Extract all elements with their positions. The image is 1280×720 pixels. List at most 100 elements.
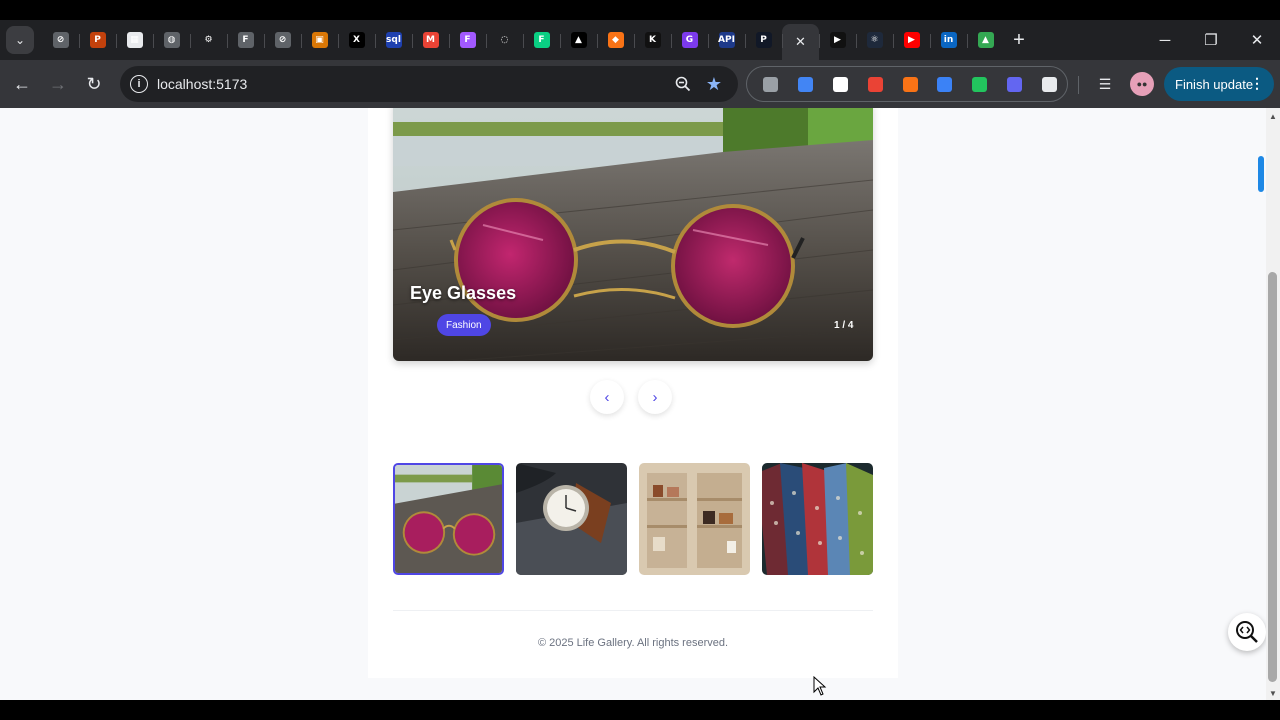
tab-k-icon: K bbox=[644, 32, 661, 48]
tab-framer-icon: F bbox=[237, 32, 254, 48]
tab-item[interactable]: ▶ bbox=[819, 24, 856, 56]
reload-button[interactable]: ↻ bbox=[80, 70, 108, 98]
eye-glasses-thumbnail-image bbox=[395, 465, 502, 573]
tab-item[interactable]: ◌ bbox=[486, 24, 523, 56]
side-indicator bbox=[1258, 156, 1264, 192]
scrollbar-thumb[interactable] bbox=[1268, 272, 1277, 682]
watch-thumbnail-image bbox=[516, 463, 627, 575]
address-bar[interactable]: i localhost:5173 ★ bbox=[120, 66, 738, 102]
tab-item[interactable]: F bbox=[449, 24, 486, 56]
tab-list: ⊘ P ▦ ◍ ⚙ F ⊘ ▣ Xsql M F ◌ F ▲ ◆ K G API P ✕ ▶ ⚛ ▶ in ▲ + bbox=[42, 20, 1034, 60]
arrow-left-icon: ← bbox=[13, 73, 31, 94]
tab-shield-icon: ◆ bbox=[607, 32, 624, 48]
tab-item[interactable]: ⚙ bbox=[190, 24, 227, 56]
tab-item[interactable]: ▶ bbox=[893, 24, 930, 56]
tab-item[interactable]: K bbox=[634, 24, 671, 56]
ext-pen-button[interactable] bbox=[962, 69, 997, 99]
tab-api-icon: API bbox=[718, 32, 735, 48]
thumbnail-watch[interactable] bbox=[516, 463, 627, 575]
restore-button[interactable]: ❐ bbox=[1188, 20, 1234, 60]
tab-p2-icon: P bbox=[755, 32, 772, 48]
tab-linkedin-icon: in bbox=[940, 32, 957, 48]
media-controls-icon[interactable]: ☰ bbox=[1092, 72, 1118, 96]
tab-gmail-icon: M bbox=[422, 32, 439, 48]
ext-doc-button[interactable] bbox=[788, 69, 823, 99]
tab-item[interactable]: P bbox=[745, 24, 782, 56]
site-info-icon[interactable]: i bbox=[130, 75, 148, 93]
tab-item[interactable]: F bbox=[227, 24, 264, 56]
screen-top-bar bbox=[0, 0, 1280, 20]
tab-image-icon: ▣ bbox=[311, 32, 328, 48]
tab-item[interactable]: F bbox=[523, 24, 560, 56]
chevron-left-icon: ‹ bbox=[604, 388, 610, 406]
thumbnail-store[interactable] bbox=[639, 463, 750, 575]
ext-pen-icon bbox=[972, 76, 988, 92]
back-button[interactable]: ← bbox=[8, 70, 36, 98]
tab-item[interactable]: ◆ bbox=[597, 24, 634, 56]
ext-square-button[interactable] bbox=[927, 69, 962, 99]
ext-bug-icon bbox=[867, 76, 883, 92]
tab-figma2-icon: F bbox=[533, 32, 550, 48]
tab-item[interactable]: sql bbox=[375, 24, 412, 56]
new-tab-button[interactable]: + bbox=[1004, 24, 1034, 56]
tab-item[interactable]: X bbox=[338, 24, 375, 56]
scroll-up-arrow-icon[interactable]: ▲ bbox=[1269, 112, 1277, 121]
minimize-button[interactable]: ─ bbox=[1142, 20, 1188, 60]
next-slide-button[interactable]: › bbox=[638, 380, 672, 414]
slide-title: Eye Glasses bbox=[410, 283, 517, 303]
gallery-container: Eye Glasses Fashion 1 / 4 ‹ › © 2025 Lif… bbox=[368, 108, 898, 678]
minimize-icon: ─ bbox=[1159, 31, 1171, 49]
toolbar-divider bbox=[1078, 76, 1079, 94]
zoom-tool-button[interactable] bbox=[1228, 613, 1266, 651]
ext-bug-button[interactable] bbox=[858, 69, 893, 99]
ext-eye-icon bbox=[1007, 76, 1023, 92]
tab-g-icon: G bbox=[681, 32, 698, 48]
page-scrollbar[interactable]: ▲ ▼ bbox=[1266, 108, 1280, 700]
tab-item[interactable]: API bbox=[708, 24, 745, 56]
ext-box-button[interactable] bbox=[893, 69, 928, 99]
tab-item[interactable]: ⊘ bbox=[42, 24, 79, 56]
ext-bottle-button[interactable] bbox=[753, 69, 788, 99]
finish-update-button[interactable]: Finish update ⋮ bbox=[1164, 67, 1274, 101]
footer-divider bbox=[393, 610, 873, 611]
tab-sql-icon: sql bbox=[385, 32, 402, 48]
ties-thumbnail-image bbox=[762, 463, 873, 575]
bookmark-star-icon[interactable]: ★ bbox=[702, 72, 726, 96]
ext-eye-button[interactable] bbox=[997, 69, 1032, 99]
ext-puzzle-icon bbox=[1042, 76, 1058, 92]
tab-close-icon[interactable]: ✕ bbox=[793, 34, 809, 50]
tab-item[interactable]: M bbox=[412, 24, 449, 56]
tab-item[interactable]: ⚛ bbox=[856, 24, 893, 56]
restore-icon: ❐ bbox=[1204, 32, 1218, 49]
url-text[interactable]: localhost:5173 bbox=[157, 76, 247, 92]
tab-item[interactable]: ▦ bbox=[116, 24, 153, 56]
close-icon: ✕ bbox=[1250, 32, 1264, 49]
forward-button[interactable]: → bbox=[44, 70, 72, 98]
previous-slide-button[interactable]: ‹ bbox=[590, 380, 624, 414]
profile-avatar[interactable]: ●● bbox=[1130, 72, 1154, 96]
magnifier-code-icon bbox=[1236, 621, 1258, 643]
thumbnail-eye-glasses[interactable] bbox=[393, 463, 504, 575]
tab-search-button[interactable]: ⌄ bbox=[6, 26, 34, 54]
scroll-down-arrow-icon[interactable]: ▼ bbox=[1269, 689, 1277, 698]
close-window-button[interactable]: ✕ bbox=[1234, 20, 1280, 60]
tab-youtube-icon: ▶ bbox=[903, 32, 920, 48]
tab-item[interactable]: P bbox=[79, 24, 116, 56]
tab-item[interactable]: in bbox=[930, 24, 967, 56]
tab-item[interactable]: ▣ bbox=[301, 24, 338, 56]
tab-item[interactable]: ▲ bbox=[560, 24, 597, 56]
tab-disabled-icon: ⊘ bbox=[274, 32, 291, 48]
thumbnail-ties[interactable] bbox=[762, 463, 873, 575]
extensions-group bbox=[746, 66, 1068, 102]
tab-item[interactable]: G bbox=[671, 24, 708, 56]
tab-strip: ⌄ ⊘ P ▦ ◍ ⚙ F ⊘ ▣ Xsql M F ◌ F ▲ ◆ K G API P ✕ ▶ ⚛ ▶ in ▲ + ─ ❐ ✕ bbox=[0, 20, 1280, 60]
tab-item[interactable]: ⊘ bbox=[264, 24, 301, 56]
zoom-out-icon[interactable] bbox=[672, 73, 694, 95]
tab-item[interactable]: ◍ bbox=[153, 24, 190, 56]
tab-active[interactable]: ✕ bbox=[782, 24, 819, 60]
ext-puzzle-button[interactable] bbox=[1032, 69, 1067, 99]
ext-circle-button[interactable] bbox=[823, 69, 858, 99]
tab-grid-icon: ▦ bbox=[126, 32, 143, 48]
hero-slide[interactable]: Eye Glasses Fashion 1 / 4 bbox=[393, 108, 873, 361]
tab-item[interactable]: ▲ bbox=[967, 24, 1004, 56]
